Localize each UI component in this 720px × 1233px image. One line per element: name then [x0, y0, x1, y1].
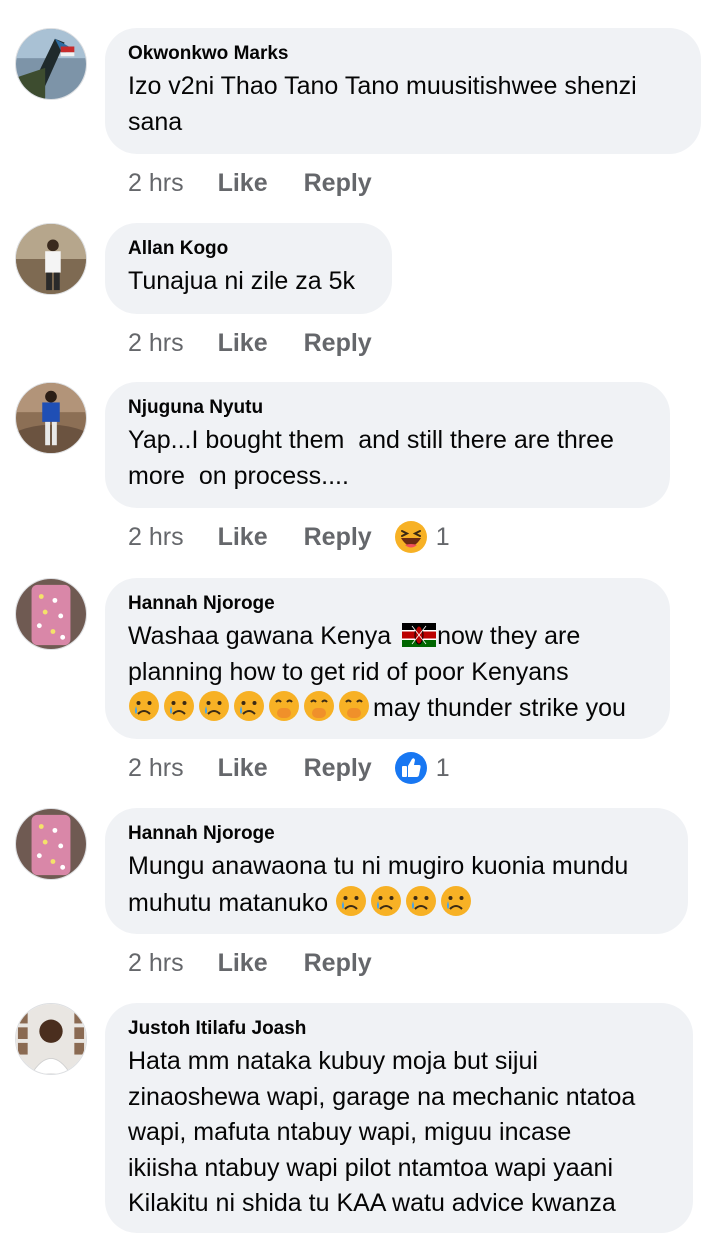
avatar[interactable] — [15, 28, 87, 100]
comment-bubble: Justoh Itilafu Joash Hata mm nataka kubu… — [105, 1003, 693, 1233]
crying-face-icon — [198, 690, 230, 722]
comment-text-line: may thunder strike you — [373, 694, 626, 722]
comment-author[interactable]: Hannah Njoroge — [128, 822, 665, 846]
comment-text-line: ikiisha ntabuy wapi pilot ntamtoa wapi y… — [128, 1153, 613, 1182]
comment-text-line: muhutu matanuko — [128, 888, 336, 917]
comment-text: Hata mm nataka kubuy moja but sijui zinao… — [128, 1044, 670, 1222]
comment-author[interactable]: Justoh Itilafu Joash — [128, 1017, 670, 1041]
avatar[interactable] — [15, 382, 87, 454]
crying-face-icon — [405, 885, 437, 917]
thumbs-up-like-icon — [394, 751, 428, 785]
comment-text: Yap...I bought them and still there are … — [128, 423, 647, 494]
reply-button[interactable]: Reply — [304, 949, 372, 978]
comment-text: Mungu anawaona tu ni mugiro kuonia mundu… — [128, 849, 665, 921]
avatar-image — [16, 224, 86, 294]
comment-actions: 2 hrs Like Reply — [128, 325, 372, 361]
like-button[interactable]: Like — [218, 169, 268, 198]
comment-author[interactable]: Okwonkwo Marks — [128, 42, 678, 66]
laughing-haha-icon — [394, 520, 428, 554]
comment-bubble: Njuguna Nyutu Yap...I bought them and st… — [105, 382, 670, 508]
comment-text: Tunajua ni zile za 5k — [128, 267, 355, 295]
avatar-image — [16, 383, 86, 453]
avatar-image — [16, 579, 86, 649]
comment-bubble: Hannah Njoroge Mungu anawaona tu ni mugi… — [105, 808, 688, 934]
crying-face-icon — [163, 690, 195, 722]
comment-text-line: Kilakitu ni shida tu KAA watu advice kwa… — [128, 1189, 616, 1217]
like-button[interactable]: Like — [218, 754, 268, 783]
comment-text-line: Mungu anawaona tu ni mugiro kuonia mundu — [128, 852, 629, 880]
crying-face-icon — [370, 885, 402, 917]
comment-text-line: Izo v2ni Thao Tano Tano muusitishwee she… — [128, 72, 637, 100]
crying-face-icon — [335, 885, 367, 917]
comment-author[interactable]: Allan Kogo — [128, 237, 369, 261]
comment-bubble: Hannah Njoroge Washaa gawana Kenya now t… — [105, 578, 670, 739]
comment-text-line: more on process.... — [128, 461, 349, 490]
comment-timestamp[interactable]: 2 hrs — [128, 754, 184, 783]
comment-author[interactable]: Hannah Njoroge — [128, 592, 647, 616]
reply-button[interactable]: Reply — [304, 754, 372, 783]
comment-timestamp[interactable]: 2 hrs — [128, 523, 184, 552]
like-button[interactable]: Like — [218, 329, 268, 358]
comment-text-line: Hata mm nataka kubuy moja but sijui — [128, 1047, 538, 1075]
avatar-image — [16, 29, 86, 99]
reaction-summary[interactable]: 1 — [394, 751, 450, 785]
reply-button[interactable]: Reply — [304, 523, 372, 552]
reply-button[interactable]: Reply — [304, 169, 372, 198]
like-button[interactable]: Like — [218, 949, 268, 978]
comment-text: Izo v2ni Thao Tano Tano muusitishwee she… — [128, 69, 678, 140]
avatar[interactable] — [15, 223, 87, 295]
reply-button[interactable]: Reply — [304, 329, 372, 358]
avatar[interactable] — [15, 1003, 87, 1075]
reaction-count: 1 — [435, 522, 450, 551]
comment-text-line: Washaa gawana Kenya — [128, 622, 399, 650]
like-button[interactable]: Like — [218, 523, 268, 552]
comment-actions: 2 hrs Like Reply — [128, 945, 372, 981]
comment-text-line: wapi, mafuta ntabuy wapi, miguu incase — [128, 1118, 572, 1146]
comment-text-line: planning how to get rid of poor Kenyans — [128, 657, 569, 686]
comment-actions: 2 hrs Like Reply 1 — [128, 519, 450, 555]
comment-text: Washaa gawana Kenya now they are planning… — [128, 619, 647, 727]
comment-author[interactable]: Njuguna Nyutu — [128, 396, 647, 420]
reaction-count: 1 — [435, 753, 450, 782]
comment-bubble: Allan Kogo Tunajua ni zile za 5k — [105, 223, 392, 314]
hand-over-mouth-icon — [303, 690, 335, 722]
avatar[interactable] — [15, 808, 87, 880]
comment-timestamp[interactable]: 2 hrs — [128, 169, 184, 198]
comment-timestamp[interactable]: 2 hrs — [128, 329, 184, 358]
comment-actions: 2 hrs Like Reply — [128, 165, 372, 201]
comment-text-line: Yap...I bought them and still there are … — [128, 426, 614, 454]
crying-face-icon — [233, 690, 265, 722]
hand-over-mouth-icon — [268, 690, 300, 722]
comment-text-line: now they are — [437, 622, 581, 650]
kenya-flag-icon — [402, 623, 437, 647]
reaction-summary[interactable]: 1 — [394, 520, 450, 554]
comment-bubble: Okwonkwo Marks Izo v2ni Thao Tano Tano m… — [105, 28, 701, 154]
comment-actions: 2 hrs Like Reply 1 — [128, 750, 450, 786]
comment-text-line: sana — [128, 107, 183, 136]
avatar-image — [16, 1004, 86, 1074]
crying-face-icon — [440, 885, 472, 917]
avatar-image — [16, 809, 86, 879]
hand-over-mouth-icon — [338, 690, 370, 722]
comment-text-line: zinaoshewa wapi, garage na mechanic ntat… — [128, 1082, 636, 1111]
avatar[interactable] — [15, 578, 87, 650]
comment-timestamp[interactable]: 2 hrs — [128, 949, 184, 978]
crying-face-icon — [128, 690, 160, 722]
